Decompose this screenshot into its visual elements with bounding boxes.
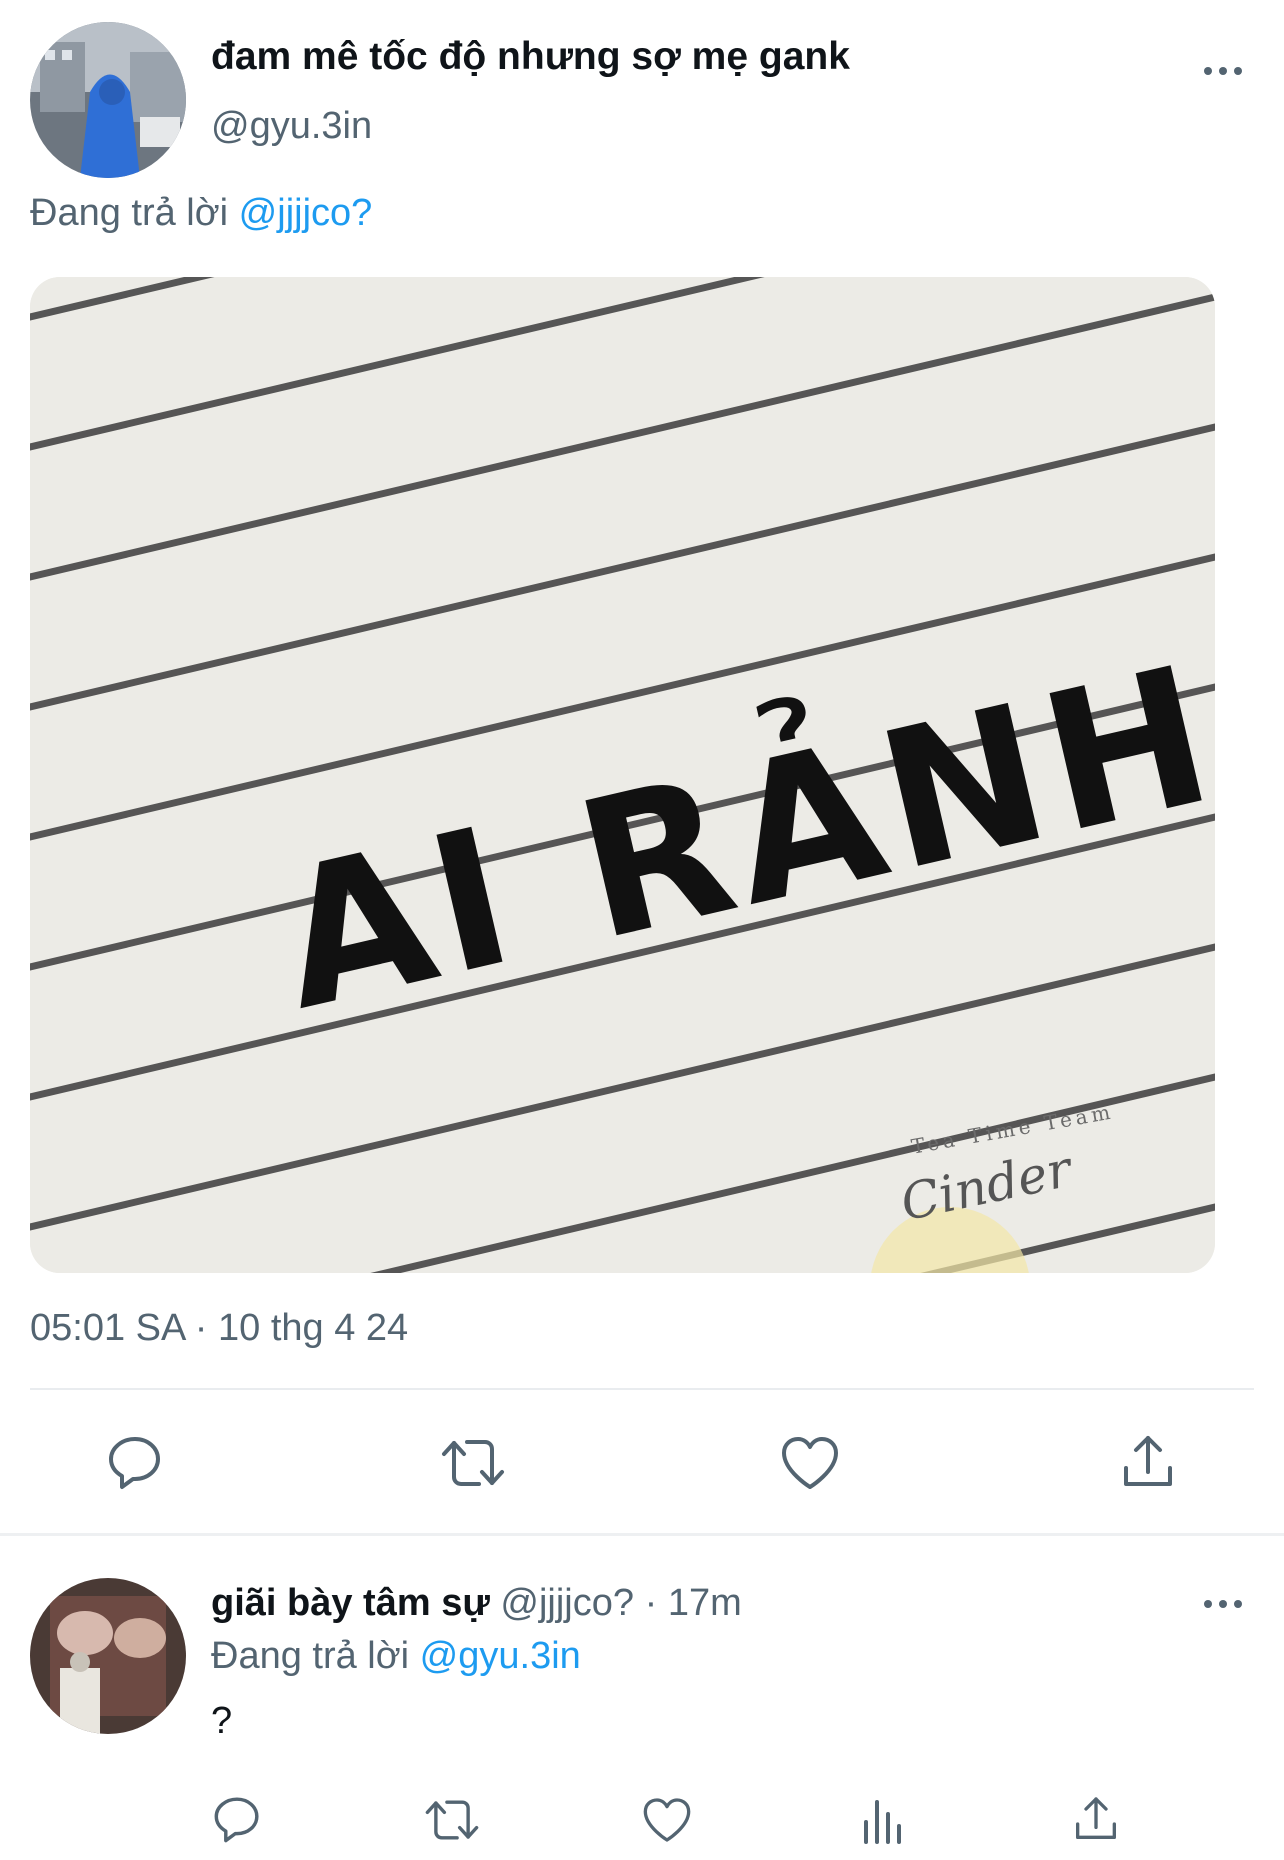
- reply-replying-to-line: Đang trả lời @gyu.3in: [211, 1635, 581, 1678]
- tweet-timestamp[interactable]: 05:01 SA · 10 thg 4 24: [30, 1307, 408, 1350]
- divider: [30, 1388, 1254, 1390]
- avatar[interactable]: [30, 22, 186, 178]
- reply-more-options-icon[interactable]: [1204, 1600, 1242, 1608]
- section-divider: [0, 1533, 1284, 1536]
- reply-avatar[interactable]: [30, 1578, 186, 1734]
- reply-text: ?: [211, 1700, 233, 1742]
- reply-header: giãi bày tâm sự @jjjjco? · 17m: [211, 1582, 742, 1625]
- reply-handle[interactable]: @jjjjco?: [500, 1582, 634, 1624]
- replying-to-link[interactable]: @jjjjco?: [239, 192, 373, 234]
- replying-prefix: Đang trả lời: [30, 192, 229, 234]
- reply-icon[interactable]: [106, 1433, 164, 1491]
- display-name[interactable]: đam mê tốc độ nhưng sợ mẹ gank: [211, 35, 850, 79]
- like-icon[interactable]: [780, 1435, 840, 1491]
- reply-time[interactable]: 17m: [668, 1582, 742, 1624]
- reply-separator: ·: [644, 1582, 658, 1624]
- reply-like-icon[interactable]: [642, 1796, 692, 1844]
- tweet-media-image[interactable]: AI RẢNH. Tea Time Team Cinder: [30, 277, 1215, 1273]
- share-icon[interactable]: [1120, 1432, 1176, 1492]
- reply-replying-to-link[interactable]: @gyu.3in: [420, 1635, 581, 1677]
- more-options-icon[interactable]: [1204, 67, 1242, 75]
- replying-to-line: Đang trả lời @jjjjco?: [30, 192, 372, 235]
- reply-analytics-icon[interactable]: [862, 1796, 902, 1844]
- reply-display-name[interactable]: giãi bày tâm sự: [211, 1582, 490, 1624]
- reply-retweet-icon[interactable]: [424, 1796, 480, 1844]
- user-handle[interactable]: @gyu.3in: [211, 105, 372, 148]
- reply-share-icon[interactable]: [1072, 1794, 1120, 1844]
- reply-replying-prefix: Đang trả lời: [211, 1635, 410, 1677]
- reply-reply-icon[interactable]: [212, 1794, 262, 1844]
- retweet-icon[interactable]: [440, 1435, 506, 1491]
